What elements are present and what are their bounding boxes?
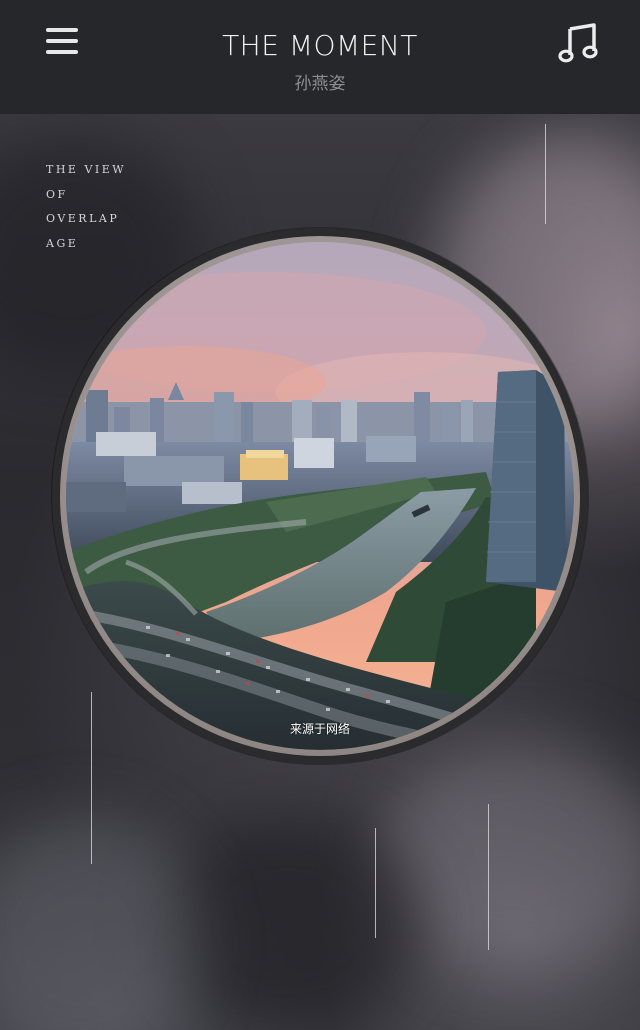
decorative-line bbox=[545, 124, 546, 224]
music-button[interactable] bbox=[556, 20, 604, 68]
side-caption-line: OF bbox=[46, 187, 68, 201]
album-cover-photo bbox=[66, 242, 574, 750]
photo-source-caption: 来源于网络 bbox=[289, 722, 350, 736]
side-caption-line: AGE bbox=[46, 236, 79, 250]
decorative-line bbox=[375, 828, 376, 938]
song-title: THE MOMENT bbox=[222, 29, 418, 62]
decorative-line bbox=[488, 804, 489, 950]
side-caption-line: OVERLAP bbox=[46, 212, 120, 225]
side-caption-line: THE VIEW bbox=[46, 163, 127, 176]
artist-name: 孙燕姿 bbox=[294, 74, 346, 94]
side-caption: THE VIEW OF OVERLAP AGE bbox=[46, 158, 126, 256]
music-note-icon bbox=[558, 23, 598, 63]
top-bar: THE MOMENT 孙燕姿 bbox=[0, 0, 640, 114]
album-disc[interactable] bbox=[52, 228, 588, 764]
music-player-page: THE MOMENT 孙燕姿 THE VIEW OF OVERLAP AGE 来… bbox=[0, 0, 640, 1030]
decorative-line bbox=[91, 692, 92, 864]
